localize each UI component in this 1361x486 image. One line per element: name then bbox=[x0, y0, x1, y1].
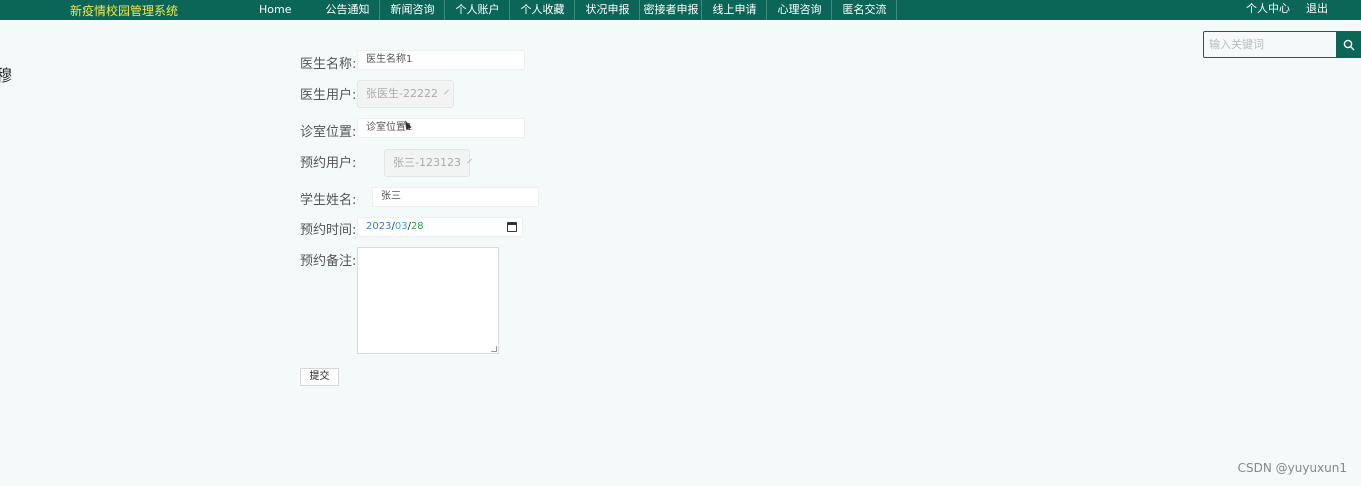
student-name-label: 学生姓名: bbox=[300, 193, 357, 208]
nav-news[interactable]: 新闻咨询 bbox=[380, 0, 446, 20]
nav-close-contact-report[interactable]: 密接者申报 bbox=[640, 0, 703, 20]
booking-user-select[interactable]: 张三-123123 bbox=[384, 149, 472, 177]
nav-home[interactable]: Home bbox=[248, 0, 315, 20]
nav-anonymous-chat[interactable]: 匿名交流 bbox=[832, 0, 898, 20]
date-month: 03 bbox=[394, 221, 408, 232]
nav-account[interactable]: 个人账户 bbox=[445, 0, 511, 20]
room-input[interactable]: 诊室位置1 bbox=[357, 118, 525, 138]
nav-announcements[interactable]: 公告通知 bbox=[315, 0, 381, 20]
top-navbar: 新疫情校园管理系统 Home 公告通知 新闻咨询 个人账户 个人收藏 状况申报 … bbox=[0, 0, 1361, 20]
booking-note-textarea[interactable] bbox=[357, 247, 499, 354]
chevron-down-icon bbox=[443, 89, 449, 95]
search-input[interactable] bbox=[1203, 31, 1337, 58]
chevron-down-icon bbox=[466, 158, 472, 164]
watermark: CSDN @yuyuxun1 bbox=[1237, 461, 1347, 475]
doctor-user-value: 张医生-22222 bbox=[366, 87, 438, 100]
user-center-link[interactable]: 个人中心 bbox=[1246, 0, 1290, 20]
doctor-user-select[interactable]: 张医生-22222 bbox=[357, 80, 454, 108]
main-nav: Home 公告通知 新闻咨询 个人账户 个人收藏 状况申报 密接者申报 线上申请… bbox=[248, 0, 898, 20]
booking-time-label: 预约时间: bbox=[300, 223, 357, 238]
student-name-input[interactable]: 张三 bbox=[372, 187, 539, 207]
doctor-name-input[interactable]: 医生名称1 bbox=[357, 50, 525, 70]
booking-user-value: 张三-123123 bbox=[393, 156, 461, 169]
submit-button[interactable]: 提交 bbox=[300, 368, 339, 386]
search-bar bbox=[1203, 31, 1361, 58]
booking-time-input[interactable]: 2023/03/28 bbox=[357, 217, 523, 237]
room-label: 诊室位置: bbox=[300, 125, 357, 140]
search-button[interactable] bbox=[1337, 31, 1361, 58]
date-day: 28 bbox=[410, 221, 424, 232]
logout-link[interactable]: 退出 bbox=[1306, 0, 1328, 20]
partial-text: 穆 bbox=[0, 66, 13, 85]
booking-note-label: 预约备注: bbox=[300, 254, 357, 269]
resize-handle[interactable] bbox=[491, 346, 497, 352]
brand-title[interactable]: 新疫情校园管理系统 bbox=[70, 2, 178, 19]
date-year: 2023 bbox=[366, 221, 392, 232]
nav-online-apply[interactable]: 线上申请 bbox=[702, 0, 768, 20]
nav-favorites[interactable]: 个人收藏 bbox=[510, 0, 576, 20]
doctor-user-label: 医生用户: bbox=[300, 88, 357, 103]
booking-user-label: 预约用户: bbox=[300, 156, 357, 171]
nav-counseling[interactable]: 心理咨询 bbox=[767, 0, 833, 20]
search-icon bbox=[1343, 39, 1355, 50]
user-links: 个人中心 退出 bbox=[1246, 0, 1328, 20]
nav-status-report[interactable]: 状况申报 bbox=[575, 0, 641, 20]
calendar-icon[interactable] bbox=[507, 222, 517, 232]
doctor-name-label: 医生名称: bbox=[300, 57, 357, 72]
